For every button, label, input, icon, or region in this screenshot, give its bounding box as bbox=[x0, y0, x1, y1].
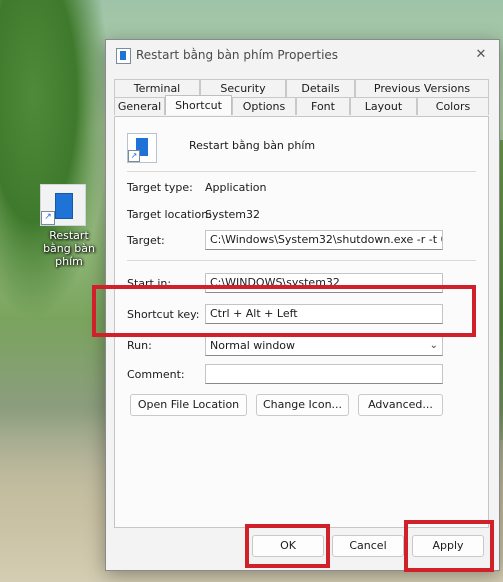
advanced-button[interactable]: Advanced... bbox=[358, 394, 443, 416]
tab-shortcut[interactable]: Shortcut bbox=[165, 95, 232, 115]
chevron-down-icon: ⌄ bbox=[429, 340, 438, 351]
cancel-button[interactable]: Cancel bbox=[332, 535, 404, 557]
highlight-shortcut-key bbox=[92, 285, 476, 337]
desktop-shortcut[interactable]: ↗ Restart bằng bàn phím bbox=[30, 184, 96, 268]
title-bar: Restart bằng bàn phím Properties ✕ bbox=[106, 40, 499, 70]
desktop-tree bbox=[0, 0, 110, 320]
comment-field[interactable] bbox=[205, 364, 443, 384]
comment-label: Comment: bbox=[127, 368, 185, 381]
window-icon bbox=[116, 48, 131, 64]
change-icon-button[interactable]: Change Icon... bbox=[256, 394, 349, 416]
target-type-value: Application bbox=[205, 181, 267, 194]
run-select-value: Normal window bbox=[210, 339, 296, 352]
target-type-label: Target type: bbox=[127, 181, 193, 194]
target-location-value: System32 bbox=[205, 208, 261, 221]
separator bbox=[127, 171, 476, 172]
tab-colors[interactable]: Colors bbox=[417, 97, 489, 115]
separator bbox=[127, 260, 476, 261]
highlight-ok bbox=[245, 524, 330, 568]
tab-previous-versions[interactable]: Previous Versions bbox=[355, 79, 489, 97]
target-location-label: Target location: bbox=[127, 208, 212, 221]
tab-general[interactable]: General bbox=[114, 97, 165, 115]
open-file-location-button[interactable]: Open File Location bbox=[130, 394, 247, 416]
tab-options[interactable]: Options bbox=[232, 97, 296, 115]
run-label: Run: bbox=[127, 339, 152, 352]
tab-font[interactable]: Font bbox=[296, 97, 350, 115]
run-select[interactable]: Normal window ⌄ bbox=[205, 336, 443, 356]
target-label: Target: bbox=[127, 234, 165, 247]
shortcut-file-icon: ↗ bbox=[40, 184, 86, 226]
highlight-apply bbox=[404, 520, 494, 572]
target-field[interactable]: C:\Windows\System32\shutdown.exe -r -t 0… bbox=[205, 230, 443, 250]
close-icon[interactable]: ✕ bbox=[471, 45, 491, 65]
tab-strip: Terminal Security Details Previous Versi… bbox=[114, 79, 489, 115]
tab-layout[interactable]: Layout bbox=[350, 97, 417, 115]
desktop-shortcut-label: Restart bằng bàn phím bbox=[43, 229, 95, 268]
tab-details[interactable]: Details bbox=[286, 79, 355, 97]
shortcut-name: Restart bằng bàn phím bbox=[189, 139, 316, 152]
dialog-title: Restart bằng bàn phím Properties bbox=[136, 48, 339, 62]
shortcut-icon: ↗ bbox=[127, 133, 157, 163]
